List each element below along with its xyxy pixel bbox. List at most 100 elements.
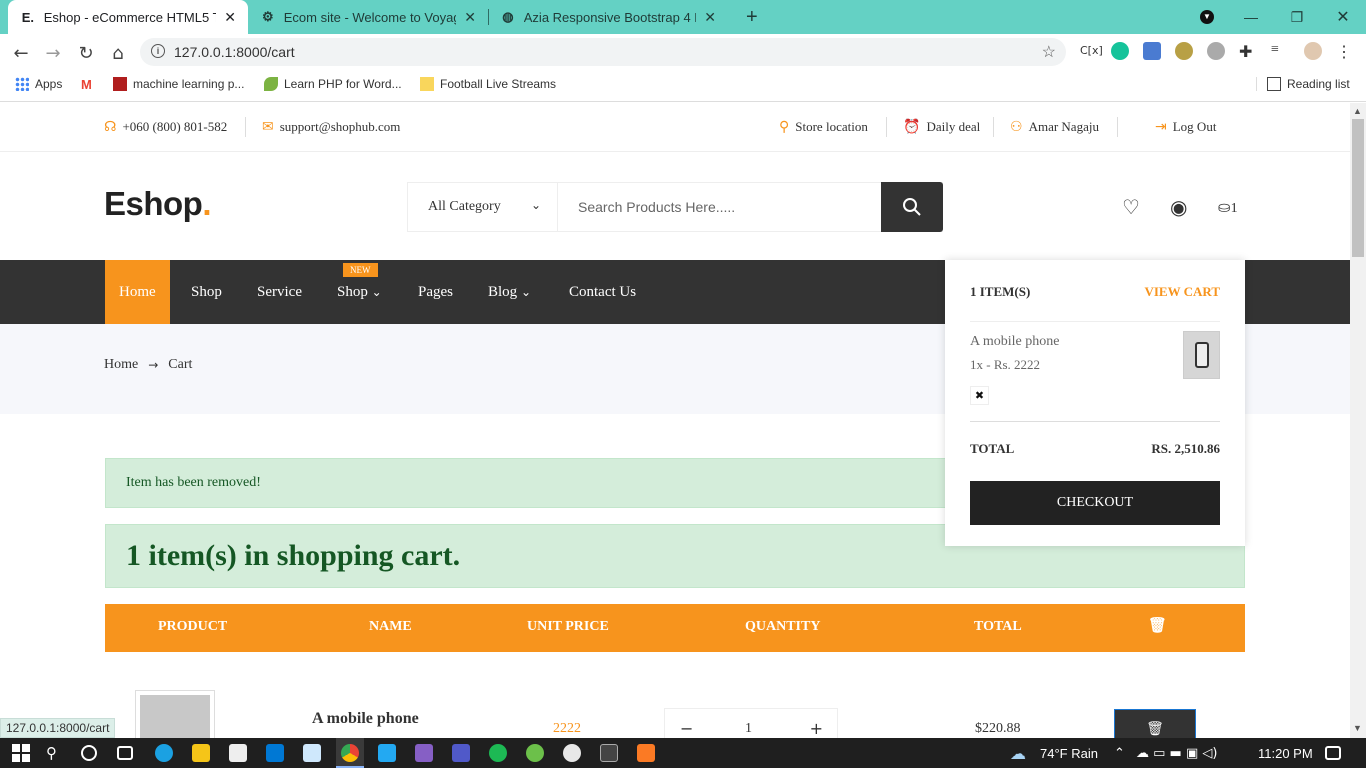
close-tab-icon[interactable]: ✕ bbox=[464, 9, 476, 26]
bookmark-star-icon[interactable]: ☆ bbox=[1042, 42, 1056, 62]
search-icon[interactable]: ⚲ bbox=[46, 744, 64, 762]
tray-icons[interactable]: ☁ ▭ ▬ ▣ ◁) bbox=[1136, 746, 1217, 761]
new-tab-button[interactable]: + bbox=[734, 0, 764, 34]
browser-tab-azia[interactable]: ◍ Azia Responsive Bootstrap 4 Dash ✕ bbox=[488, 0, 728, 34]
cart-table-header: PRODUCT NAME UNIT PRICE QUANTITY TOTAL 🗑 bbox=[105, 604, 1245, 652]
cart-icon[interactable]: ⛀1 bbox=[1218, 198, 1238, 217]
extension-icon[interactable] bbox=[1175, 42, 1193, 60]
decrease-button[interactable]: − bbox=[680, 719, 693, 738]
close-tab-icon[interactable]: ✕ bbox=[224, 9, 236, 26]
scroll-up-icon[interactable]: ▲ bbox=[1353, 106, 1362, 116]
user-account-link[interactable]: ⚇ Amar Nagaju bbox=[1010, 119, 1099, 135]
chevron-down-icon: ⌄ bbox=[520, 285, 531, 299]
menu-icon[interactable]: ⋮ bbox=[1336, 42, 1354, 61]
spotify-icon[interactable] bbox=[489, 744, 507, 762]
cortana-icon[interactable] bbox=[81, 745, 97, 761]
quantity-value[interactable]: 1 bbox=[745, 721, 752, 737]
product-name[interactable]: A mobile phone bbox=[312, 710, 419, 728]
logout-link[interactable]: ⇥ Log Out bbox=[1155, 119, 1216, 135]
nav-service[interactable]: Service bbox=[243, 260, 316, 324]
edge-icon[interactable] bbox=[155, 744, 173, 762]
file-explorer-icon[interactable] bbox=[192, 744, 210, 762]
breadcrumb-trail: Home → Cart bbox=[104, 357, 192, 373]
extension-icon[interactable] bbox=[1143, 42, 1161, 60]
utorrent-icon[interactable] bbox=[526, 744, 544, 762]
category-select[interactable]: All Category ⌄ bbox=[408, 183, 558, 231]
remove-from-cart-icon[interactable]: ✖ bbox=[970, 386, 989, 405]
heart-icon[interactable]: ♡ bbox=[1122, 195, 1140, 219]
nav-shop[interactable]: Shop bbox=[177, 260, 236, 324]
nav-blog-dropdown[interactable]: Blog ⌄ bbox=[474, 260, 545, 324]
bookmark-php[interactable]: Learn PHP for Word... bbox=[264, 77, 402, 91]
vscode-icon[interactable] bbox=[378, 744, 396, 762]
xampp-icon[interactable] bbox=[637, 744, 655, 762]
notification-icon[interactable] bbox=[1325, 746, 1341, 760]
site-info-icon[interactable]: i bbox=[151, 44, 165, 58]
browser-tab-voyager[interactable]: ⚙ Ecom site - Welcome to Voyager ✕ bbox=[248, 0, 488, 34]
mail-icon[interactable] bbox=[266, 744, 284, 762]
search-input[interactable] bbox=[558, 183, 882, 231]
task-view-icon[interactable] bbox=[117, 746, 133, 760]
restore-button[interactable]: ❐ bbox=[1274, 0, 1320, 34]
reading-list[interactable]: Reading list bbox=[1256, 77, 1350, 91]
product-thumbnail bbox=[135, 690, 215, 738]
nav-home[interactable]: Home bbox=[105, 260, 170, 324]
page-scrollbar[interactable]: ▲ ▼ bbox=[1350, 103, 1366, 738]
url-input[interactable]: i 127.0.0.1:8000/cart ☆ bbox=[140, 38, 1066, 66]
bookmarks-bar: Apps M machine learning p... Learn PHP f… bbox=[0, 70, 1366, 102]
media-icon[interactable]: ≡ bbox=[1271, 42, 1289, 60]
back-button[interactable]: ← bbox=[10, 42, 32, 64]
site-logo[interactable]: Eshop. bbox=[104, 185, 211, 223]
slack-icon[interactable] bbox=[563, 744, 581, 762]
nav-contact[interactable]: Contact Us bbox=[555, 260, 650, 324]
user-circle-icon[interactable]: ◉ bbox=[1170, 195, 1187, 219]
search-button[interactable] bbox=[881, 182, 943, 232]
scroll-down-icon[interactable]: ▼ bbox=[1353, 723, 1362, 733]
scroll-thumb[interactable] bbox=[1352, 119, 1364, 257]
email-contact[interactable]: ✉ support@shophub.com bbox=[262, 119, 400, 135]
chrome-icon[interactable] bbox=[336, 738, 364, 768]
puzzle-icon[interactable]: ✚ bbox=[1239, 42, 1257, 61]
weather-text[interactable]: 74°F Rain bbox=[1040, 746, 1098, 761]
close-window-button[interactable]: ✕ bbox=[1320, 0, 1366, 34]
grammarly-icon[interactable] bbox=[1111, 42, 1129, 60]
increase-button[interactable]: + bbox=[810, 719, 823, 738]
reload-button[interactable]: ↻ bbox=[75, 42, 97, 64]
close-tab-icon[interactable]: ✕ bbox=[704, 9, 716, 26]
minimize-button[interactable]: — bbox=[1228, 0, 1274, 34]
home-button[interactable]: ⌂ bbox=[107, 42, 129, 64]
daily-deal-link[interactable]: ⏰ Daily deal bbox=[903, 119, 980, 135]
notepad-icon[interactable] bbox=[303, 744, 321, 762]
extension-icon[interactable] bbox=[1207, 42, 1225, 60]
remove-item-button[interactable]: 🗑 bbox=[1114, 709, 1196, 738]
bookmark-apps[interactable]: Apps bbox=[15, 77, 62, 91]
trash-icon[interactable]: 🗑 bbox=[1148, 616, 1167, 634]
breadcrumb-home[interactable]: Home bbox=[104, 357, 138, 373]
bookmark-favicon bbox=[113, 77, 127, 91]
visual-studio-icon[interactable] bbox=[415, 744, 433, 762]
cart-product-name[interactable]: A mobile phone bbox=[970, 334, 1059, 350]
tab-search-icon[interactable]: ▼ bbox=[1184, 0, 1230, 34]
nav-pages[interactable]: Pages bbox=[404, 260, 467, 324]
windows-start-icon[interactable] bbox=[12, 744, 30, 762]
view-cart-link[interactable]: VIEW CART bbox=[1144, 284, 1220, 300]
tray-chevron-icon[interactable]: ⌃ bbox=[1114, 746, 1125, 761]
eshop-favicon: E. bbox=[21, 9, 35, 25]
bookmark-ml[interactable]: machine learning p... bbox=[113, 77, 244, 91]
store-location-link[interactable]: ⚲ Store location bbox=[779, 119, 868, 135]
forward-button[interactable]: → bbox=[42, 42, 64, 64]
phone-contact: ☊ +060 (800) 801-582 bbox=[104, 119, 228, 135]
browser-tab-eshop[interactable]: E. Eshop - eCommerce HTML5 Tem ✕ bbox=[8, 0, 248, 34]
clock[interactable]: 11:20 PM bbox=[1258, 746, 1313, 761]
row-total: $220.88 bbox=[975, 721, 1021, 736]
bookmark-gmail[interactable]: M bbox=[81, 77, 95, 92]
terminal-icon[interactable] bbox=[600, 744, 618, 762]
store-icon[interactable] bbox=[229, 744, 247, 762]
extension-icon[interactable]: C[x] bbox=[1080, 44, 1103, 62]
header-quantity: QUANTITY bbox=[745, 619, 821, 634]
avatar[interactable] bbox=[1304, 42, 1322, 60]
bookmark-football[interactable]: Football Live Streams bbox=[420, 77, 556, 91]
total-label: TOTAL bbox=[970, 441, 1015, 456]
checkout-button[interactable]: CHECKOUT bbox=[970, 481, 1220, 525]
teams-icon[interactable] bbox=[452, 744, 470, 762]
